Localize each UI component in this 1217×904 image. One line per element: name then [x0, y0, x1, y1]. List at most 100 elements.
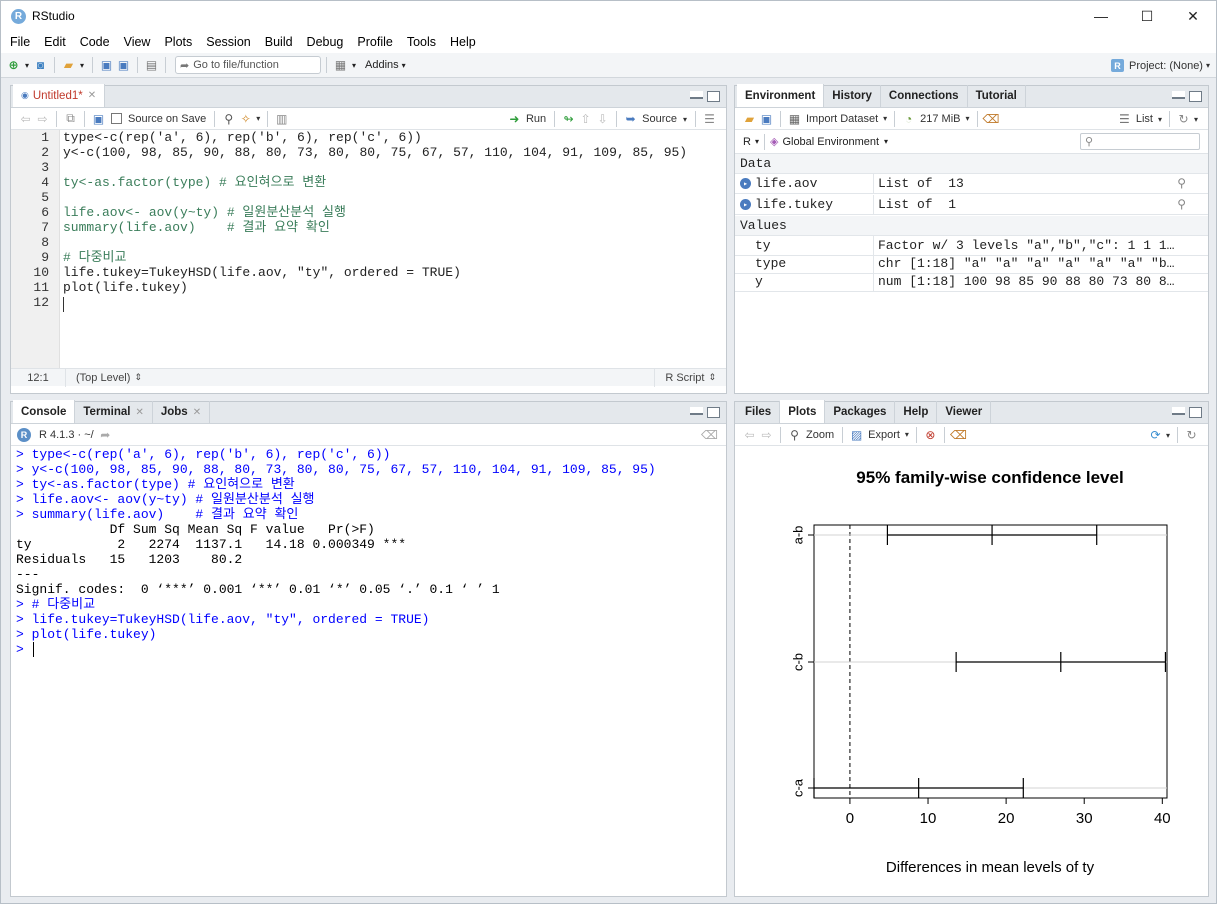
close-icon[interactable]: ✕ — [88, 90, 96, 101]
chevron-down-icon[interactable]: ▾ — [22, 57, 32, 74]
zoom-button[interactable]: Zoom — [806, 429, 834, 441]
env-row-type[interactable]: type chr [1:18] "a" "a" "a" "a" "a" "a" … — [735, 254, 1208, 274]
source-on-save-checkbox[interactable] — [111, 113, 122, 124]
menu-plots[interactable]: Plots — [157, 35, 199, 49]
new-project-icon[interactable]: ◙ — [32, 57, 49, 74]
tab-files[interactable]: Files — [737, 401, 781, 423]
import-dataset-button[interactable]: Import Dataset — [806, 113, 878, 125]
code-editor[interactable]: 1 2 3 4 5 6 7 8 9 10 11 12 type<-c(rep('… — [11, 130, 726, 368]
maximize-pane-icon[interactable] — [707, 407, 720, 418]
search-icon[interactable]: ⚲ — [220, 110, 237, 127]
expand-icon[interactable]: ▸ — [740, 199, 751, 210]
publish-icon[interactable]: ⟳ — [1147, 427, 1164, 444]
tab-environment[interactable]: Environment — [737, 84, 825, 107]
memory-usage[interactable]: 217 MiB — [920, 113, 960, 125]
forward-arrow-icon[interactable]: ⇨ — [34, 110, 51, 127]
tab-untitled1[interactable]: ◉ Untitled1* ✕ — [13, 84, 106, 107]
minimize-button[interactable]: — — [1078, 1, 1124, 31]
open-folder-icon[interactable]: ▰ — [741, 110, 758, 127]
console-output[interactable]: > type<-c(rep('a', 6), rep('b', 6), rep(… — [11, 447, 726, 896]
menu-edit[interactable]: Edit — [37, 35, 73, 49]
chevron-down-icon[interactable]: ▾ — [349, 57, 359, 74]
environment-search-input[interactable]: ⚲ — [1080, 133, 1200, 150]
menu-help[interactable]: Help — [443, 35, 483, 49]
tab-jobs[interactable]: Jobs ✕ — [153, 401, 211, 423]
menu-view[interactable]: View — [117, 35, 158, 49]
close-icon[interactable]: ✕ — [193, 407, 201, 418]
export-button[interactable]: Export — [868, 429, 900, 441]
go-to-directory-icon[interactable]: ➦ — [97, 426, 114, 443]
grid-layout-icon[interactable]: ▦ — [332, 57, 349, 74]
chevron-down-icon[interactable]: ▾ — [254, 110, 262, 127]
open-folder-icon[interactable]: ▰ — [60, 57, 77, 74]
chevron-down-icon[interactable]: ▾ — [77, 57, 87, 74]
show-in-window-icon[interactable]: ⧉ — [62, 110, 79, 127]
scope-selector[interactable]: (Top Level) ⇕ — [66, 369, 654, 387]
chevron-down-icon[interactable]: ▾ — [881, 110, 889, 127]
maximize-pane-icon[interactable] — [1189, 91, 1202, 102]
file-type-selector[interactable]: R Script ⇕ — [654, 368, 726, 387]
broom-icon[interactable]: ⌫ — [983, 110, 1000, 127]
magic-wand-icon[interactable]: ✧ — [237, 110, 254, 127]
view-mode-button[interactable]: List — [1136, 113, 1153, 125]
menu-debug[interactable]: Debug — [300, 35, 351, 49]
chunk-down-icon[interactable]: ⇩ — [594, 111, 611, 128]
language-selector[interactable]: R — [743, 136, 751, 148]
addins-menu[interactable]: Addins — [365, 59, 399, 71]
env-row-y[interactable]: y num [1:18] 100 98 85 90 88 80 73 80 8… — [735, 272, 1208, 292]
chevron-down-icon[interactable]: ▾ — [1156, 111, 1164, 128]
maximize-pane-icon[interactable] — [1189, 407, 1202, 418]
refresh-icon[interactable]: ↻ — [1183, 427, 1200, 444]
menu-session[interactable]: Session — [199, 35, 257, 49]
save-all-icon[interactable]: ▣ — [115, 57, 132, 74]
search-icon[interactable]: ⚲ — [1177, 176, 1186, 191]
minimize-pane-icon[interactable] — [1172, 407, 1185, 415]
new-file-icon[interactable]: ⊕ — [5, 57, 22, 74]
refresh-icon[interactable]: ↻ — [1175, 111, 1192, 128]
tab-packages[interactable]: Packages — [825, 401, 896, 423]
global-environment-selector[interactable]: Global Environment — [782, 136, 879, 148]
tab-plots[interactable]: Plots — [780, 400, 826, 423]
chevron-down-icon[interactable]: ▾ — [964, 110, 972, 127]
chunk-up-icon[interactable]: ⇧ — [577, 111, 594, 128]
project-menu[interactable]: R Project: (None) ▾ — [1111, 53, 1210, 78]
tab-connections[interactable]: Connections — [881, 85, 968, 107]
menu-file[interactable]: File — [3, 35, 37, 49]
run-button[interactable]: Run — [526, 113, 546, 125]
menu-tools[interactable]: Tools — [400, 35, 443, 49]
tab-console[interactable]: Console — [13, 400, 76, 423]
expand-icon[interactable]: ▸ — [740, 178, 751, 189]
broom-icon[interactable]: ⌫ — [950, 426, 967, 443]
search-icon[interactable]: ⚲ — [1177, 197, 1186, 212]
maximize-button[interactable]: ☐ — [1124, 1, 1170, 31]
remove-plot-icon[interactable]: ⊗ — [922, 426, 939, 443]
back-arrow-icon[interactable]: ⇦ — [17, 110, 34, 127]
minimize-pane-icon[interactable] — [690, 91, 703, 99]
chevron-down-icon[interactable]: ▾ — [399, 57, 409, 74]
minimize-pane-icon[interactable] — [1172, 91, 1185, 99]
save-icon[interactable]: ▣ — [90, 110, 107, 127]
env-row-life-aov[interactable]: ▸ life.aov List of 13 ⚲ — [735, 174, 1208, 194]
chevron-down-icon[interactable]: ▾ — [1164, 427, 1172, 444]
back-arrow-icon[interactable]: ⇦ — [741, 426, 758, 443]
print-icon[interactable]: ▤ — [143, 57, 160, 74]
compile-report-icon[interactable]: ▥ — [273, 110, 290, 127]
rerun-icon[interactable]: ↬ — [560, 111, 577, 128]
tab-tutorial[interactable]: Tutorial — [968, 85, 1026, 107]
minimize-pane-icon[interactable] — [690, 407, 703, 415]
close-icon[interactable]: ✕ — [135, 407, 143, 418]
menu-build[interactable]: Build — [258, 35, 300, 49]
chevron-down-icon[interactable]: ▾ — [903, 426, 911, 443]
env-row-life-tukey[interactable]: ▸ life.tukey List of 1 ⚲ — [735, 195, 1208, 215]
goto-file-input[interactable]: ➦ Go to file/function — [175, 56, 321, 74]
tab-viewer[interactable]: Viewer — [937, 401, 992, 423]
tab-help[interactable]: Help — [895, 401, 938, 423]
source-button[interactable]: Source — [642, 113, 677, 125]
menu-profile[interactable]: Profile — [350, 35, 399, 49]
chevron-down-icon[interactable]: ▾ — [1192, 111, 1200, 128]
maximize-pane-icon[interactable] — [707, 91, 720, 102]
outline-icon[interactable]: ☰ — [701, 111, 718, 128]
save-icon[interactable]: ▣ — [98, 57, 115, 74]
forward-arrow-icon[interactable]: ⇨ — [758, 426, 775, 443]
tab-terminal[interactable]: Terminal ✕ — [75, 401, 153, 423]
